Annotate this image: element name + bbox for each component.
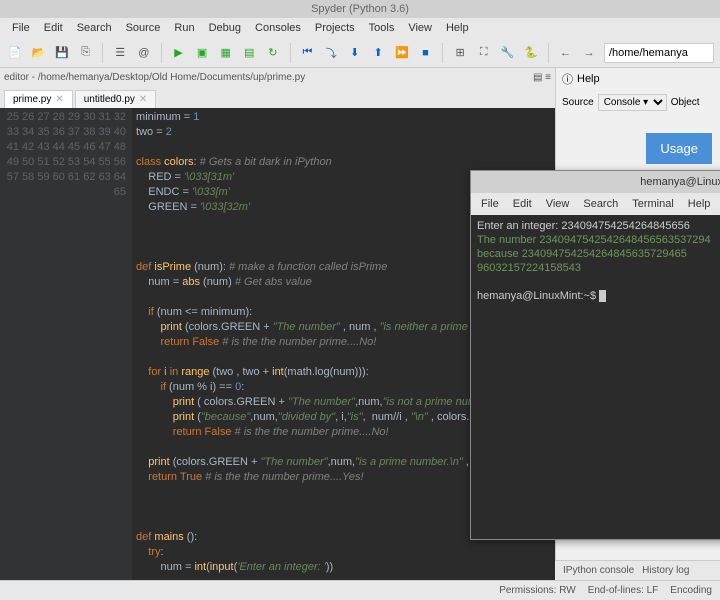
- path-input[interactable]: [604, 43, 714, 63]
- close-icon[interactable]: ✕: [139, 94, 147, 105]
- debug-icon[interactable]: ⏮: [299, 44, 317, 62]
- help-title: Help: [577, 73, 600, 85]
- status-permissions: Permissions: RW: [499, 585, 576, 596]
- tab-untitled[interactable]: untitled0.py✕: [75, 90, 157, 108]
- menu-view[interactable]: View: [402, 20, 438, 36]
- new-file-icon[interactable]: 📄: [6, 44, 24, 62]
- editor-path-bar: editor - /home/hemanya/Desktop/Old Home/…: [0, 68, 555, 86]
- stop-icon[interactable]: ■: [417, 44, 435, 62]
- run-cell-icon[interactable]: ▣: [193, 44, 211, 62]
- grid-icon[interactable]: ⊞: [451, 44, 469, 62]
- forward-icon[interactable]: →: [580, 44, 598, 62]
- step-out-icon[interactable]: ⬆: [369, 44, 387, 62]
- terminal-window[interactable]: hemanya@Linux File Edit View Search Term…: [470, 170, 720, 540]
- term-menu-file[interactable]: File: [475, 196, 505, 212]
- menu-edit[interactable]: Edit: [38, 20, 69, 36]
- save-icon[interactable]: 💾: [53, 44, 71, 62]
- menu-run[interactable]: Run: [168, 20, 200, 36]
- at-icon[interactable]: @: [135, 44, 153, 62]
- window-title: Spyder (Python 3.6): [0, 0, 720, 18]
- python-icon[interactable]: 🐍: [522, 44, 540, 62]
- menu-file[interactable]: File: [6, 20, 36, 36]
- status-bar: Permissions: RW End-of-lines: LF Encodin…: [0, 580, 720, 600]
- term-menu-search[interactable]: Search: [577, 196, 624, 212]
- menu-projects[interactable]: Projects: [309, 20, 361, 36]
- main-menubar: File Edit Search Source Run Debug Consol…: [0, 18, 720, 38]
- save-all-icon[interactable]: ⎘: [77, 44, 95, 62]
- editor-tabs: prime.py✕ untitled0.py✕: [0, 86, 555, 108]
- step-in-icon[interactable]: ⬇: [346, 44, 364, 62]
- term-menu-view[interactable]: View: [540, 196, 576, 212]
- open-folder-icon[interactable]: 📂: [30, 44, 48, 62]
- cursor-icon: [599, 290, 606, 302]
- status-encoding: Encoding: [670, 585, 712, 596]
- terminal-menubar: File Edit View Search Terminal Help: [471, 193, 720, 215]
- editor-options-icon[interactable]: ▤ ≡: [533, 72, 551, 83]
- usage-button[interactable]: Usage: [646, 133, 712, 164]
- terminal-title: hemanya@Linux: [471, 171, 720, 193]
- menu-help[interactable]: Help: [440, 20, 475, 36]
- tab-history[interactable]: History log: [642, 565, 689, 576]
- tab-ipython[interactable]: IPython console: [563, 565, 634, 576]
- run-icon[interactable]: ▶: [170, 44, 188, 62]
- term-menu-edit[interactable]: Edit: [507, 196, 538, 212]
- run-cell-advance-icon[interactable]: ▦: [217, 44, 235, 62]
- menu-debug[interactable]: Debug: [203, 20, 247, 36]
- expand-icon[interactable]: ⛶: [475, 44, 493, 62]
- menu-tools[interactable]: Tools: [363, 20, 401, 36]
- menu-search[interactable]: Search: [71, 20, 118, 36]
- bottom-tabs: IPython console History log: [555, 560, 720, 580]
- continue-icon[interactable]: ⏩: [393, 44, 411, 62]
- term-menu-help[interactable]: Help: [682, 196, 717, 212]
- wrench-icon[interactable]: 🔧: [499, 44, 517, 62]
- menu-source[interactable]: Source: [120, 20, 167, 36]
- main-toolbar: 📄 📂 💾 ⎘ ☰ @ ▶ ▣ ▦ ▤ ↻ ⏮ ⤵ ⬇ ⬆ ⏩ ■ ⊞ ⛶ 🔧 …: [0, 38, 720, 68]
- help-info-icon: ⓘ: [562, 71, 573, 87]
- step-over-icon[interactable]: ⤵: [322, 44, 340, 62]
- run-selection-icon[interactable]: ▤: [240, 44, 258, 62]
- status-eol: End-of-lines: LF: [588, 585, 659, 596]
- rerun-icon[interactable]: ↻: [264, 44, 282, 62]
- source-select[interactable]: Console ▾: [598, 94, 667, 111]
- menu-consoles[interactable]: Consoles: [249, 20, 307, 36]
- tab-prime[interactable]: prime.py✕: [4, 90, 73, 108]
- line-gutter: 25 26 27 28 29 30 31 32 33 34 35 36 37 3…: [0, 108, 132, 580]
- back-icon[interactable]: ←: [557, 44, 575, 62]
- close-icon[interactable]: ✕: [55, 94, 63, 105]
- list-icon[interactable]: ☰: [111, 44, 129, 62]
- terminal-prompt: hemanya@LinuxMint:~$: [477, 290, 599, 302]
- terminal-output[interactable]: Enter an integer: 234094754254264845656 …: [471, 215, 720, 307]
- term-menu-terminal[interactable]: Terminal: [626, 196, 680, 212]
